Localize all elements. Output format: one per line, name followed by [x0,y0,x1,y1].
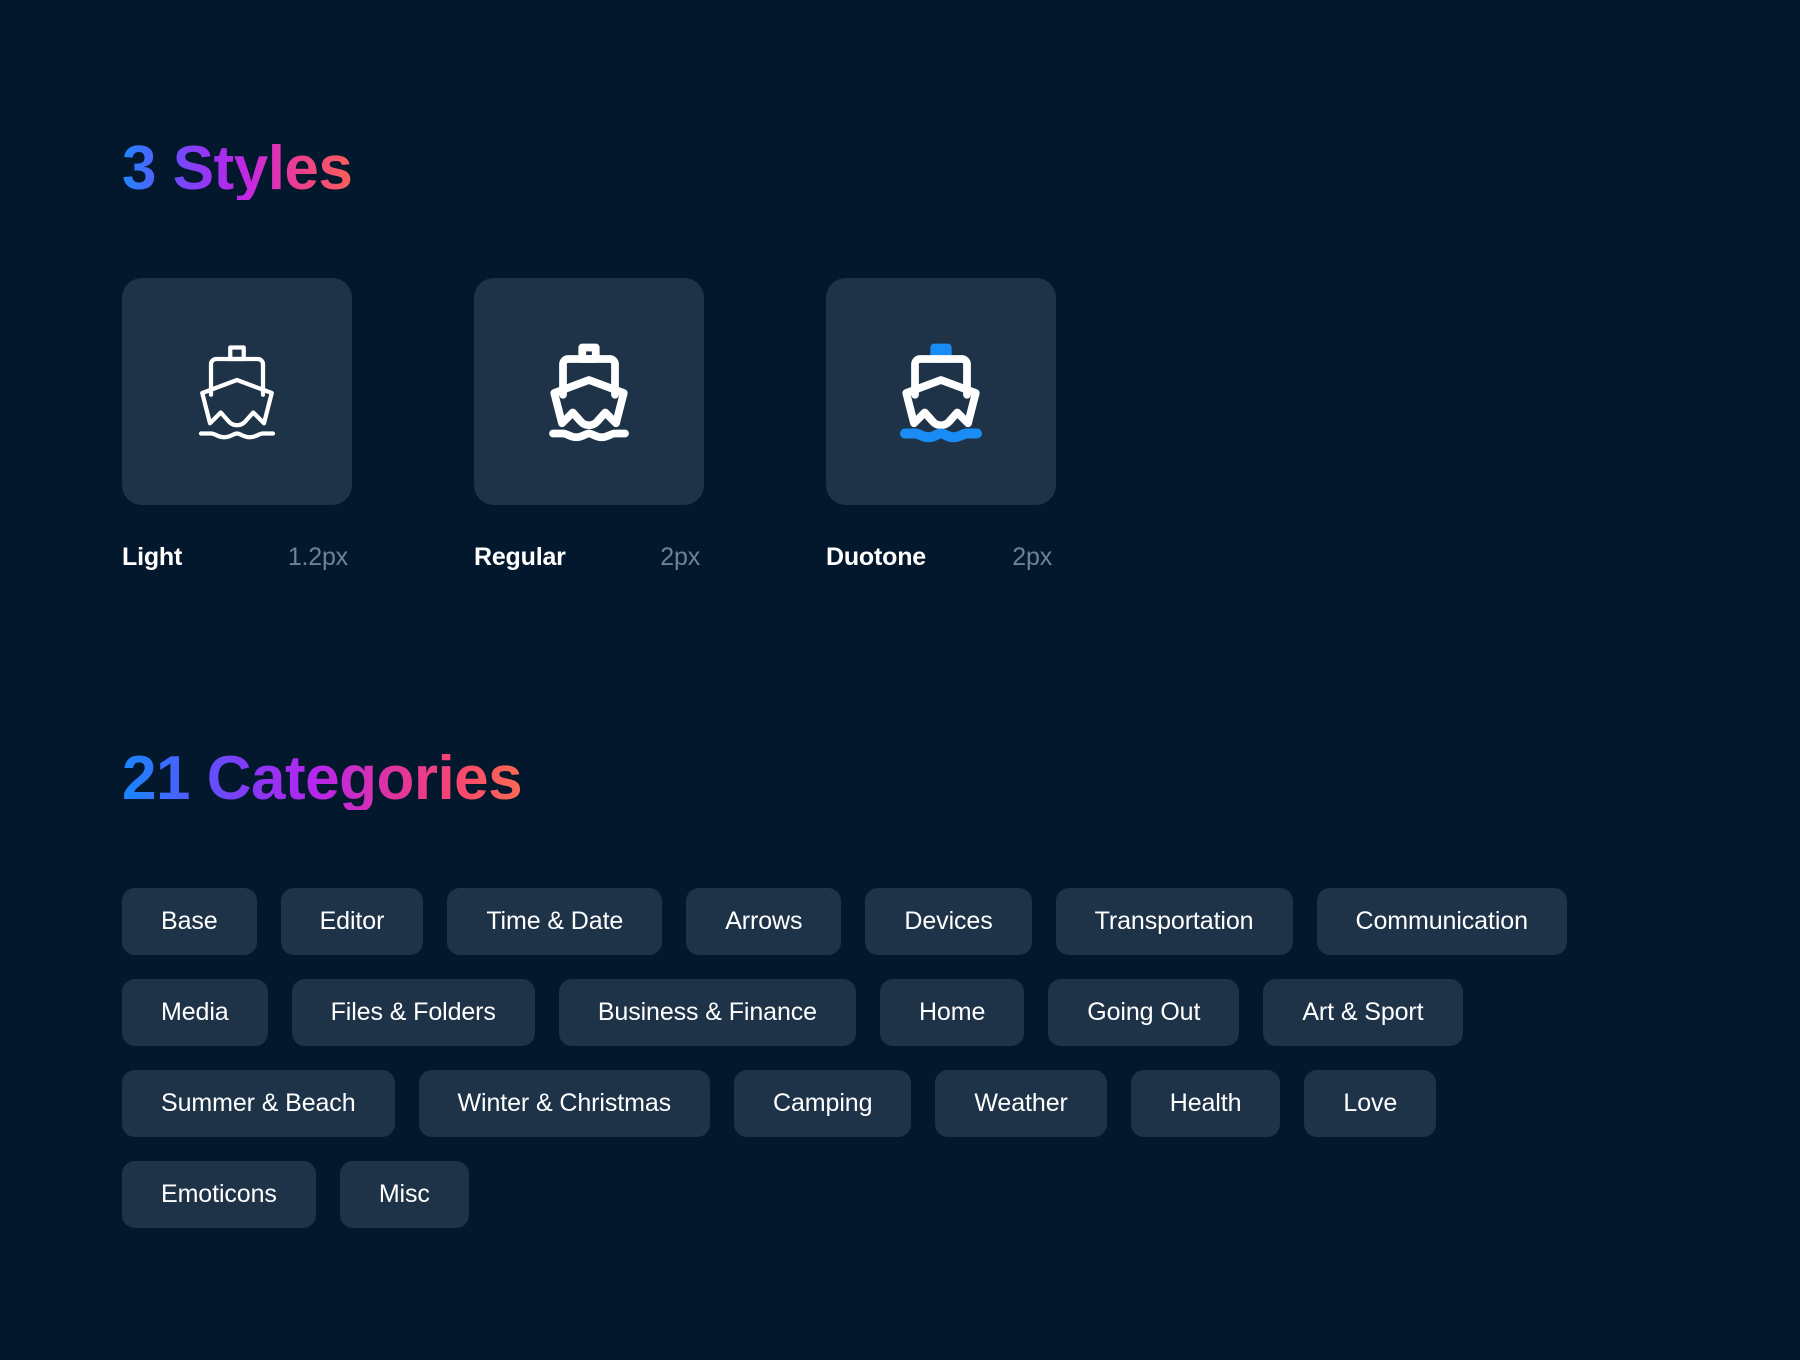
style-weight-label: 2px [660,543,700,571]
category-pill[interactable]: Love [1304,1070,1437,1137]
style-name-label: Duotone [826,543,926,571]
category-pill[interactable]: Misc [339,1161,469,1228]
style-name-label: Light [122,543,183,571]
category-pill[interactable]: Home [879,979,1025,1046]
category-pill[interactable]: Health [1130,1070,1281,1137]
category-pill[interactable]: Editor [280,888,424,955]
style-item-regular[interactable]: Regular 2px [474,278,704,572]
category-pill[interactable]: Art & Sport [1263,979,1463,1046]
style-card-light[interactable] [122,278,352,505]
style-meta-duotone: Duotone 2px [826,543,1056,572]
style-card-regular[interactable] [474,278,704,505]
category-pill[interactable]: Media [122,979,268,1046]
ship-icon [198,344,276,439]
style-item-duotone[interactable]: Duotone 2px [826,278,1056,572]
category-pill[interactable]: Emoticons [122,1161,316,1228]
style-weight-label: 1.2px [287,543,348,571]
style-name-label: Regular [474,543,566,571]
category-pill[interactable]: Business & Finance [558,979,856,1046]
ship-icon [549,343,629,441]
category-pill[interactable]: Time & Date [447,888,663,955]
icon-set-showcase-page: 3 Styles Light 1.2px Regular 2px Duotone… [0,0,1800,1360]
category-pill[interactable]: Weather [935,1070,1107,1137]
style-meta-light: Light 1.2px [122,543,352,572]
category-pill[interactable]: Transportation [1055,888,1293,955]
categories-list: Base Editor Time & Date Arrows Devices T… [122,888,1642,1228]
category-pill[interactable]: Communication [1316,888,1567,955]
style-item-light[interactable]: Light 1.2px [122,278,352,572]
category-pill[interactable]: Going Out [1048,979,1240,1046]
style-weight-label: 2px [1012,543,1052,571]
style-meta-regular: Regular 2px [474,543,704,572]
category-pill[interactable]: Arrows [686,888,842,955]
style-card-duotone[interactable] [826,278,1056,505]
ship-icon [900,343,982,442]
styles-section-heading: 3 Styles [122,134,353,203]
category-pill[interactable]: Winter & Christmas [418,1070,711,1137]
category-pill[interactable]: Camping [734,1070,912,1137]
category-pill[interactable]: Base [122,888,257,955]
category-pill[interactable]: Files & Folders [291,979,535,1046]
category-pill[interactable]: Devices [865,888,1032,955]
category-pill[interactable]: Summer & Beach [122,1070,395,1137]
categories-section-heading: 21 Categories [122,744,523,813]
styles-row: Light 1.2px Regular 2px Duotone 2px [122,278,1056,572]
